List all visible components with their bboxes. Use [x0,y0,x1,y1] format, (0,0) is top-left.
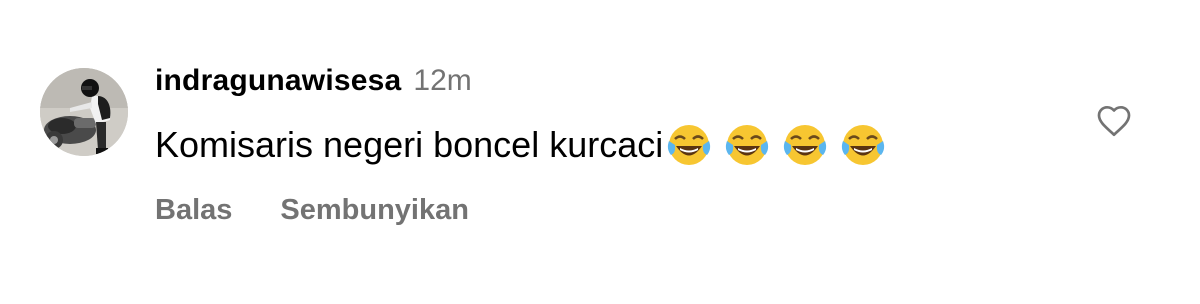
username-link[interactable]: indragunawisesa [155,64,401,98]
face-with-tears-of-joy-icon [784,125,827,165]
comment-text: Komisaris negeri boncel kurcaci [155,124,664,165]
hide-button[interactable]: Sembunyikan [280,194,469,227]
avatar-photo [40,68,128,156]
face-with-tears-of-joy-icon [726,125,769,165]
emoji-group [665,121,897,169]
reply-button[interactable]: Balas [155,194,232,227]
comment-meta: indragunawisesa 12m [155,64,472,108]
avatar[interactable] [40,68,128,156]
timestamp: 12m [413,64,472,97]
heart-outline-icon [1097,105,1131,137]
face-with-tears-of-joy-icon [842,125,885,165]
comment-actions: Balas Sembunyikan [155,190,517,230]
comment-item: indragunawisesa 12m Komisaris negeri bon… [0,0,1200,304]
comment-body: Komisaris negeri boncel kurcaci [155,120,897,170]
like-button[interactable] [1096,104,1132,140]
face-with-tears-of-joy-icon [668,125,711,165]
